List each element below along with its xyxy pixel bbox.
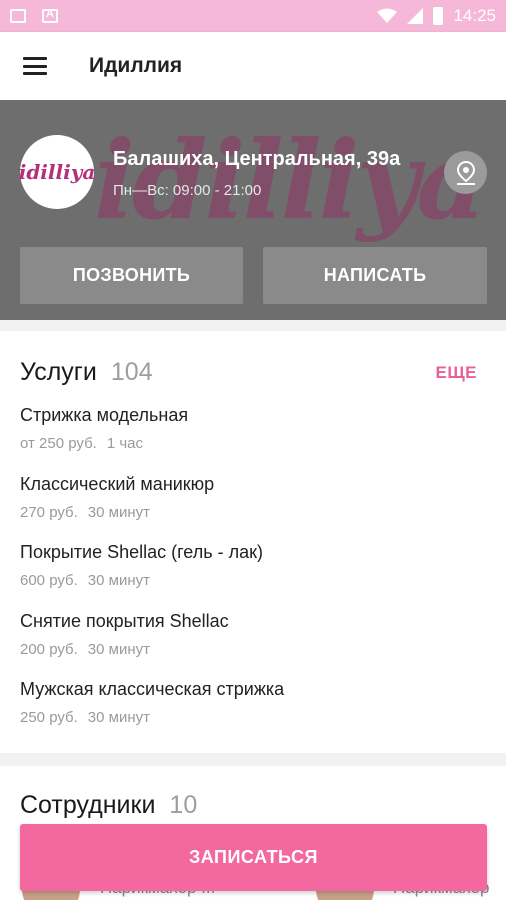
staff-header: Сотрудники 10: [20, 791, 197, 820]
hamburger-icon[interactable]: [23, 57, 47, 75]
service-price: 600 руб.: [20, 572, 78, 589]
a-icon: [42, 8, 58, 23]
location-pin-icon: [456, 160, 475, 185]
signal-icon: [407, 8, 424, 24]
service-duration: 30 минут: [87, 504, 150, 521]
staff-count: 10: [169, 791, 198, 819]
service-duration: 1 час: [106, 435, 144, 452]
map-button[interactable]: [444, 151, 487, 194]
salon-address: Балашиха, Центральная, 39а: [113, 148, 401, 170]
image-icon: [10, 9, 26, 23]
service-price: от 250 руб.: [20, 435, 97, 452]
services-title: Услуги: [20, 358, 97, 386]
battery-icon: [433, 7, 444, 25]
services-header: Услуги 104: [20, 358, 153, 387]
book-button[interactable]: ЗАПИСАТЬСЯ: [20, 824, 487, 891]
service-duration: 30 минут: [87, 709, 150, 726]
salon-logo: idilliya: [18, 135, 96, 209]
write-button[interactable]: НАПИСАТЬ: [263, 247, 487, 304]
service-duration: 30 минут: [87, 572, 150, 589]
service-price: 200 руб.: [20, 641, 78, 658]
salon-logo-text: idilliya: [18, 160, 96, 184]
more-services-link[interactable]: ЕЩЕ: [435, 363, 477, 383]
wifi-icon: [377, 8, 398, 23]
call-button[interactable]: ПОЗВОНИТЬ: [20, 247, 243, 304]
service-name: Снятие покрытия Shellac: [20, 611, 229, 631]
status-time: 14:25: [453, 6, 496, 25]
service-price: 250 руб.: [20, 709, 78, 726]
service-name: Покрытие Shellac (гель - лак): [20, 542, 263, 562]
page-title: Идиллия: [89, 54, 183, 77]
service-item[interactable]: Стрижка модельная от 250 руб. 1 час: [20, 405, 188, 452]
status-bar: 14:25: [0, 0, 506, 32]
service-name: Классический маникюр: [20, 474, 215, 494]
service-name: Стрижка модельная: [20, 405, 189, 425]
service-price: 270 руб.: [20, 504, 78, 521]
salon-hours: Пн—Вс: 09:00 - 21:00: [113, 182, 262, 199]
service-duration: 30 минут: [87, 641, 150, 658]
service-item[interactable]: Мужская классическая стрижка 250 руб. 30 …: [20, 679, 284, 726]
services-count: 104: [110, 358, 153, 386]
staff-title: Сотрудники: [20, 791, 156, 819]
service-name: Мужская классическая стрижка: [20, 679, 285, 699]
app-bar: Идиллия: [0, 32, 506, 100]
service-item[interactable]: Снятие покрытия Shellac 200 руб. 30 минут: [20, 611, 229, 658]
service-item[interactable]: Покрытие Shellac (гель - лак) 600 руб. 30…: [20, 542, 263, 589]
service-item[interactable]: Классический маникюр 270 руб. 30 минут: [20, 474, 214, 521]
